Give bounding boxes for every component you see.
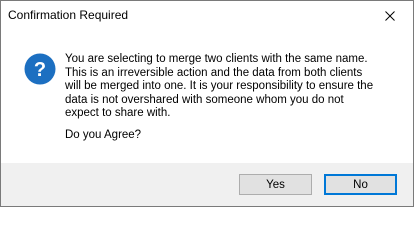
yes-button[interactable]: Yes — [239, 174, 312, 195]
close-icon — [385, 11, 395, 21]
title-bar[interactable]: Confirmation Required — [1, 1, 413, 31]
dialog-content: ? You are selecting to merge two clients… — [1, 31, 413, 163]
question-icon: ? — [24, 53, 56, 85]
confirmation-dialog: Confirmation Required ? You are selectin… — [0, 0, 414, 207]
no-button[interactable]: No — [324, 174, 397, 195]
dialog-question: Do you Agree? — [65, 129, 142, 141]
dialog-title: Confirmation Required — [8, 8, 129, 22]
button-bar: Yes No — [1, 163, 413, 206]
dialog-message: You are selecting to merge two clients w… — [65, 53, 374, 119]
close-button[interactable] — [367, 1, 413, 31]
svg-text:?: ? — [34, 59, 46, 81]
